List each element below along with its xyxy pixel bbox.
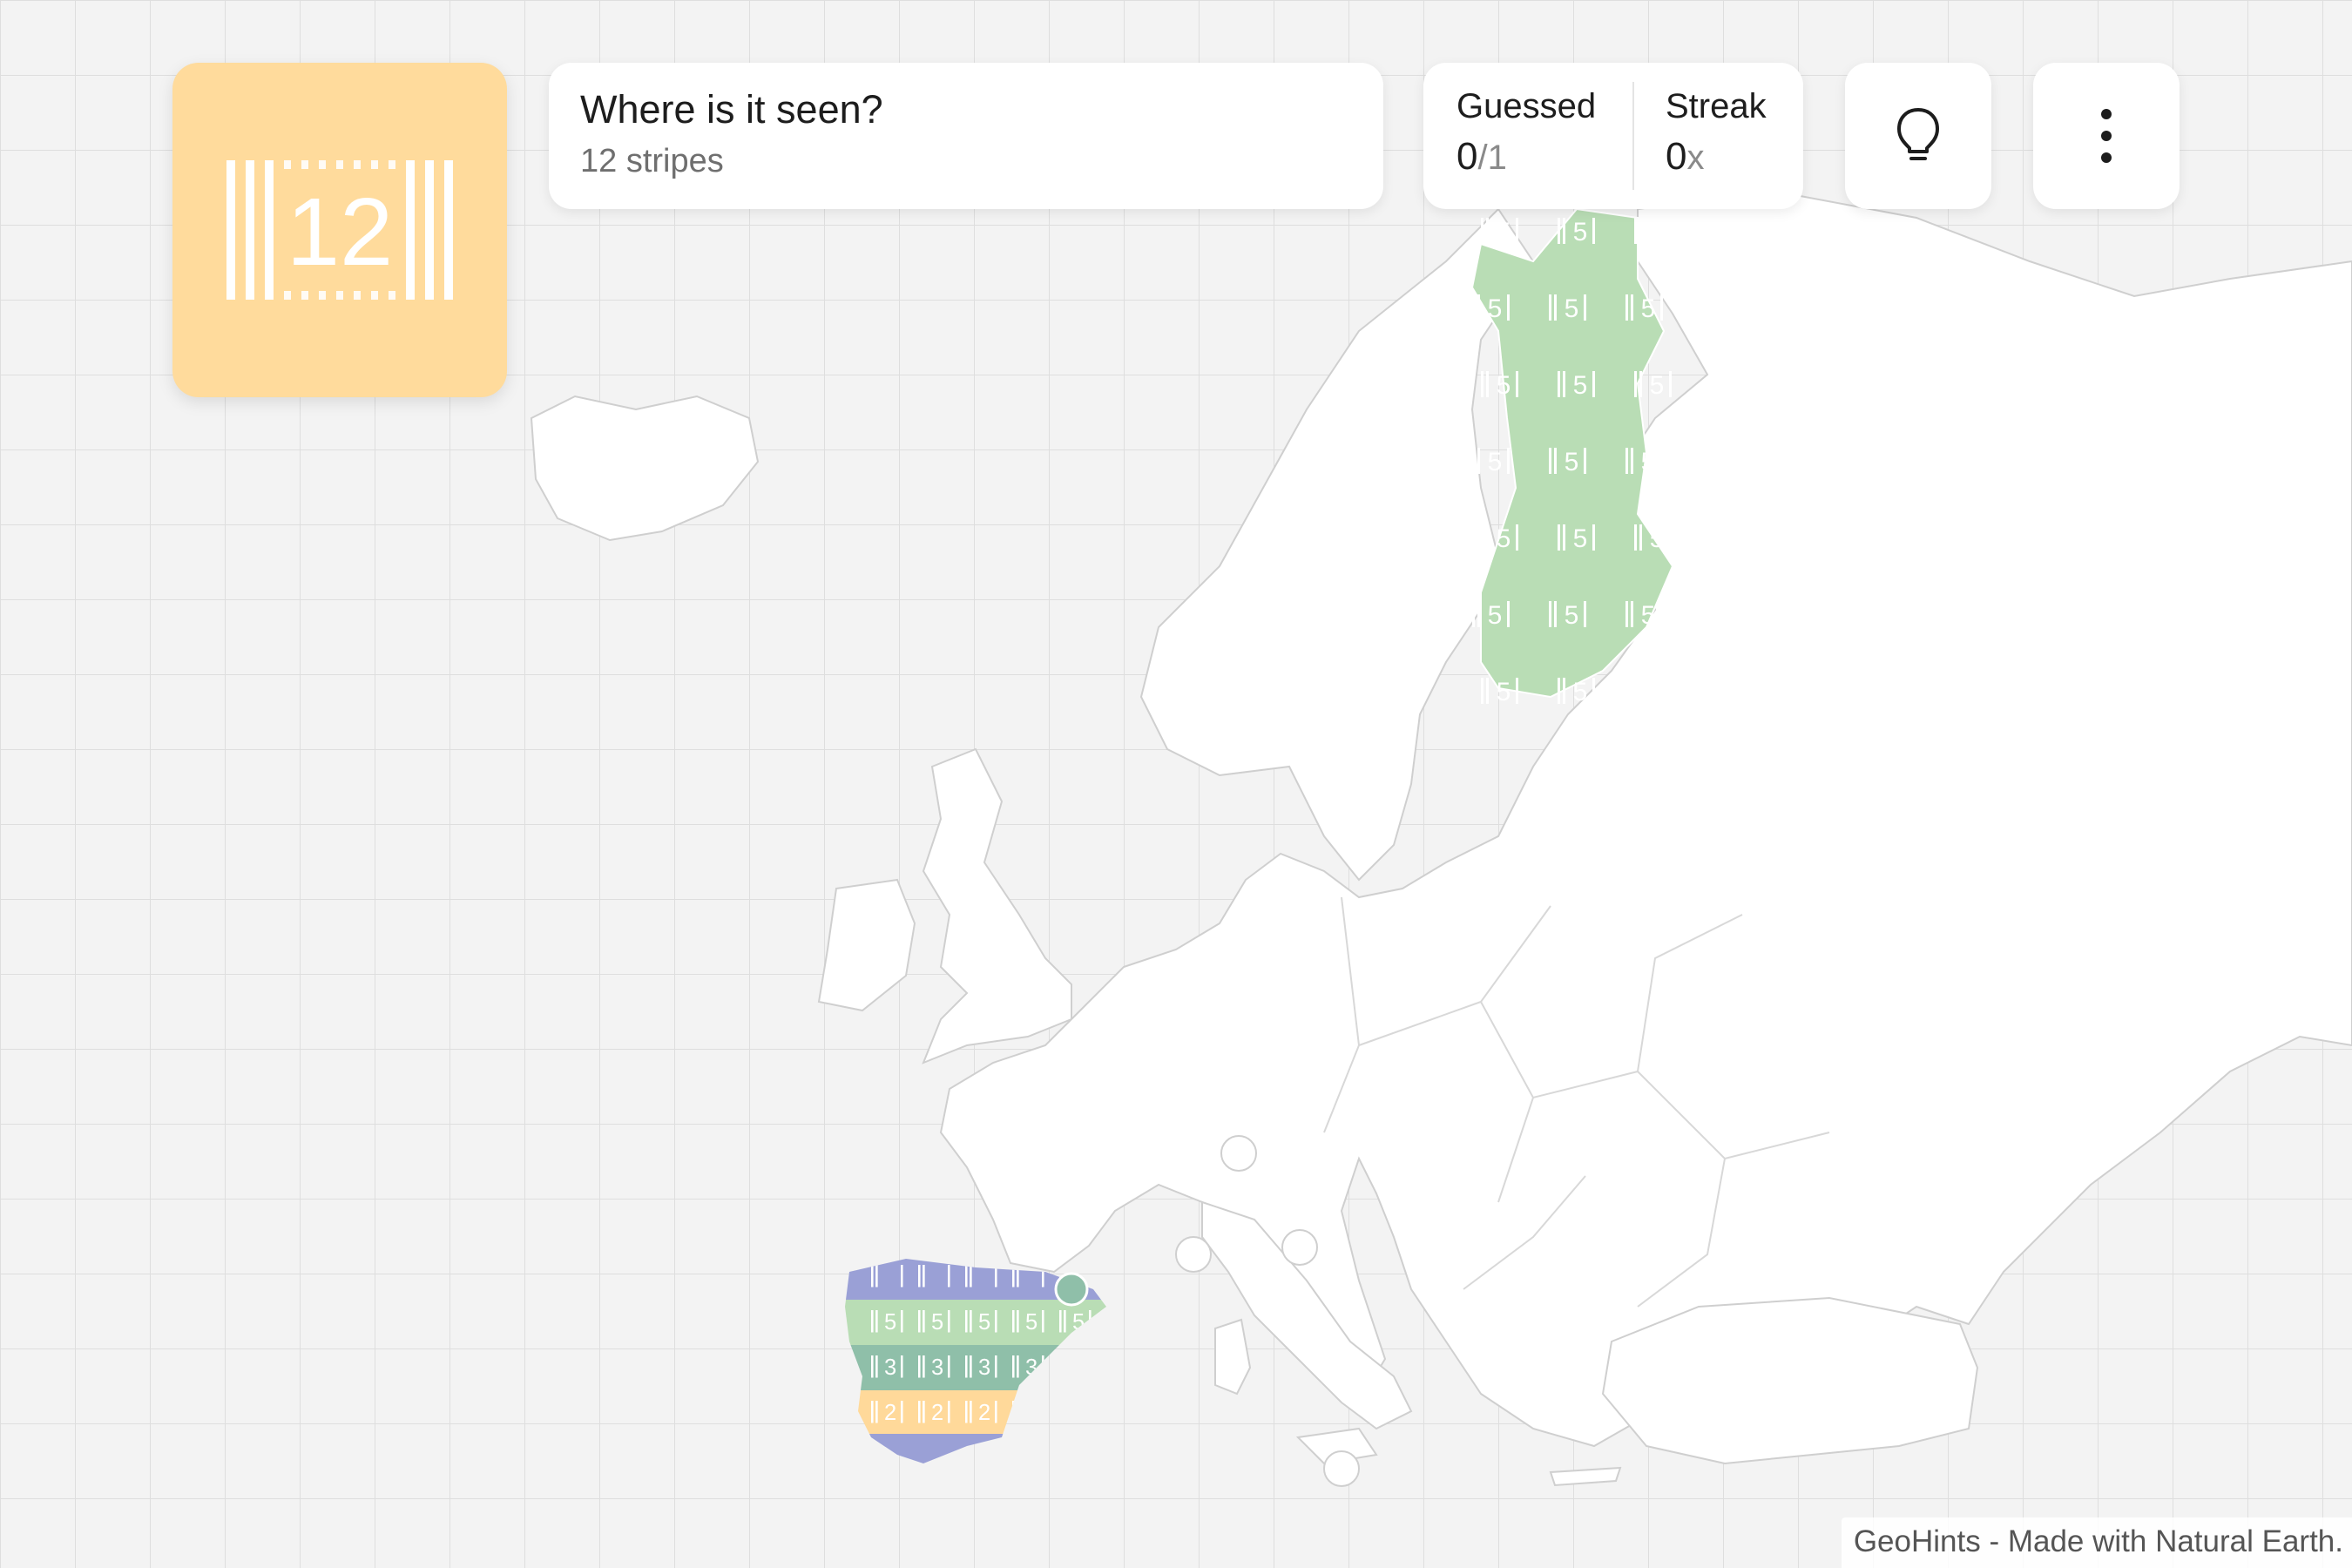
svg-text:5: 5 bbox=[1488, 601, 1503, 630]
guessed-value: 0/1 bbox=[1456, 135, 1507, 178]
kebab-menu-icon bbox=[2101, 109, 2112, 163]
streak-value: 0x bbox=[1666, 135, 1705, 178]
svg-text:5: 5 bbox=[1573, 218, 1588, 247]
svg-text:5: 5 bbox=[1573, 678, 1588, 706]
svg-text:5: 5 bbox=[1025, 1310, 1037, 1335]
svg-text:5: 5 bbox=[1727, 524, 1741, 553]
map-marker[interactable] bbox=[1323, 1450, 1360, 1487]
svg-text:5: 5 bbox=[1488, 294, 1503, 323]
svg-text:5: 5 bbox=[1650, 524, 1665, 553]
question-card: Where is it seen? 12 stripes bbox=[549, 63, 1383, 209]
svg-text:5: 5 bbox=[1641, 448, 1656, 476]
streak-label: Streak bbox=[1666, 87, 1767, 125]
svg-text:5: 5 bbox=[1565, 601, 1579, 630]
svg-text:5: 5 bbox=[1718, 294, 1733, 323]
svg-text:3: 3 bbox=[978, 1355, 990, 1380]
svg-text:5: 5 bbox=[1641, 294, 1656, 323]
svg-text:2: 2 bbox=[884, 1401, 896, 1425]
hint-button[interactable] bbox=[1845, 63, 1991, 209]
land-turkey[interactable] bbox=[1601, 1296, 1979, 1465]
svg-text:2: 2 bbox=[978, 1401, 990, 1425]
svg-text:5: 5 bbox=[1727, 371, 1741, 400]
question-subtitle: 12 stripes bbox=[580, 143, 724, 179]
svg-text:5: 5 bbox=[931, 1310, 943, 1335]
svg-text:5: 5 bbox=[978, 1310, 990, 1335]
question-title: Where is it seen? bbox=[580, 87, 883, 132]
stats-card: Guessed 0/1 Streak 0x bbox=[1423, 63, 1803, 209]
stripes-number-icon: 12 bbox=[226, 160, 453, 300]
attribution-footer: GeoHints - Made with Natural Earth. bbox=[1841, 1517, 2352, 1568]
clue-number: 12 bbox=[287, 179, 393, 286]
stats-divider bbox=[1632, 82, 1634, 190]
svg-text:5: 5 bbox=[1650, 678, 1665, 706]
svg-text:3: 3 bbox=[931, 1355, 943, 1380]
svg-text:5: 5 bbox=[1718, 601, 1733, 630]
guessed-stat: Guessed 0/1 bbox=[1456, 87, 1596, 179]
svg-text:5: 5 bbox=[884, 1310, 896, 1335]
svg-text:5: 5 bbox=[1565, 294, 1579, 323]
menu-button[interactable] bbox=[2033, 63, 2180, 209]
svg-text:5: 5 bbox=[1641, 601, 1656, 630]
svg-text:2: 2 bbox=[931, 1401, 943, 1425]
spain-pin[interactable] bbox=[1054, 1272, 1089, 1307]
svg-text:5: 5 bbox=[1727, 678, 1741, 706]
svg-text:5: 5 bbox=[1488, 448, 1503, 476]
map-marker[interactable] bbox=[1281, 1229, 1318, 1266]
streak-stat: Streak 0x bbox=[1666, 87, 1767, 179]
guessed-label: Guessed bbox=[1456, 87, 1597, 125]
svg-text:5: 5 bbox=[1650, 218, 1665, 247]
svg-text:5: 5 bbox=[1727, 218, 1741, 247]
svg-text:5: 5 bbox=[1573, 524, 1588, 553]
svg-text:5: 5 bbox=[1497, 371, 1511, 400]
svg-text:5: 5 bbox=[1497, 524, 1511, 553]
map-marker[interactable] bbox=[1175, 1236, 1212, 1273]
lightbulb-icon bbox=[1897, 108, 1939, 160]
svg-text:3: 3 bbox=[884, 1355, 896, 1380]
map-marker[interactable] bbox=[1220, 1135, 1257, 1172]
svg-text:5: 5 bbox=[1650, 371, 1665, 400]
clue-tile: 12 bbox=[172, 63, 507, 397]
svg-text:5: 5 bbox=[1497, 218, 1511, 247]
svg-text:5: 5 bbox=[1573, 371, 1588, 400]
svg-text:5: 5 bbox=[1497, 678, 1511, 706]
svg-text:5: 5 bbox=[1565, 448, 1579, 476]
svg-text:5: 5 bbox=[1718, 448, 1733, 476]
